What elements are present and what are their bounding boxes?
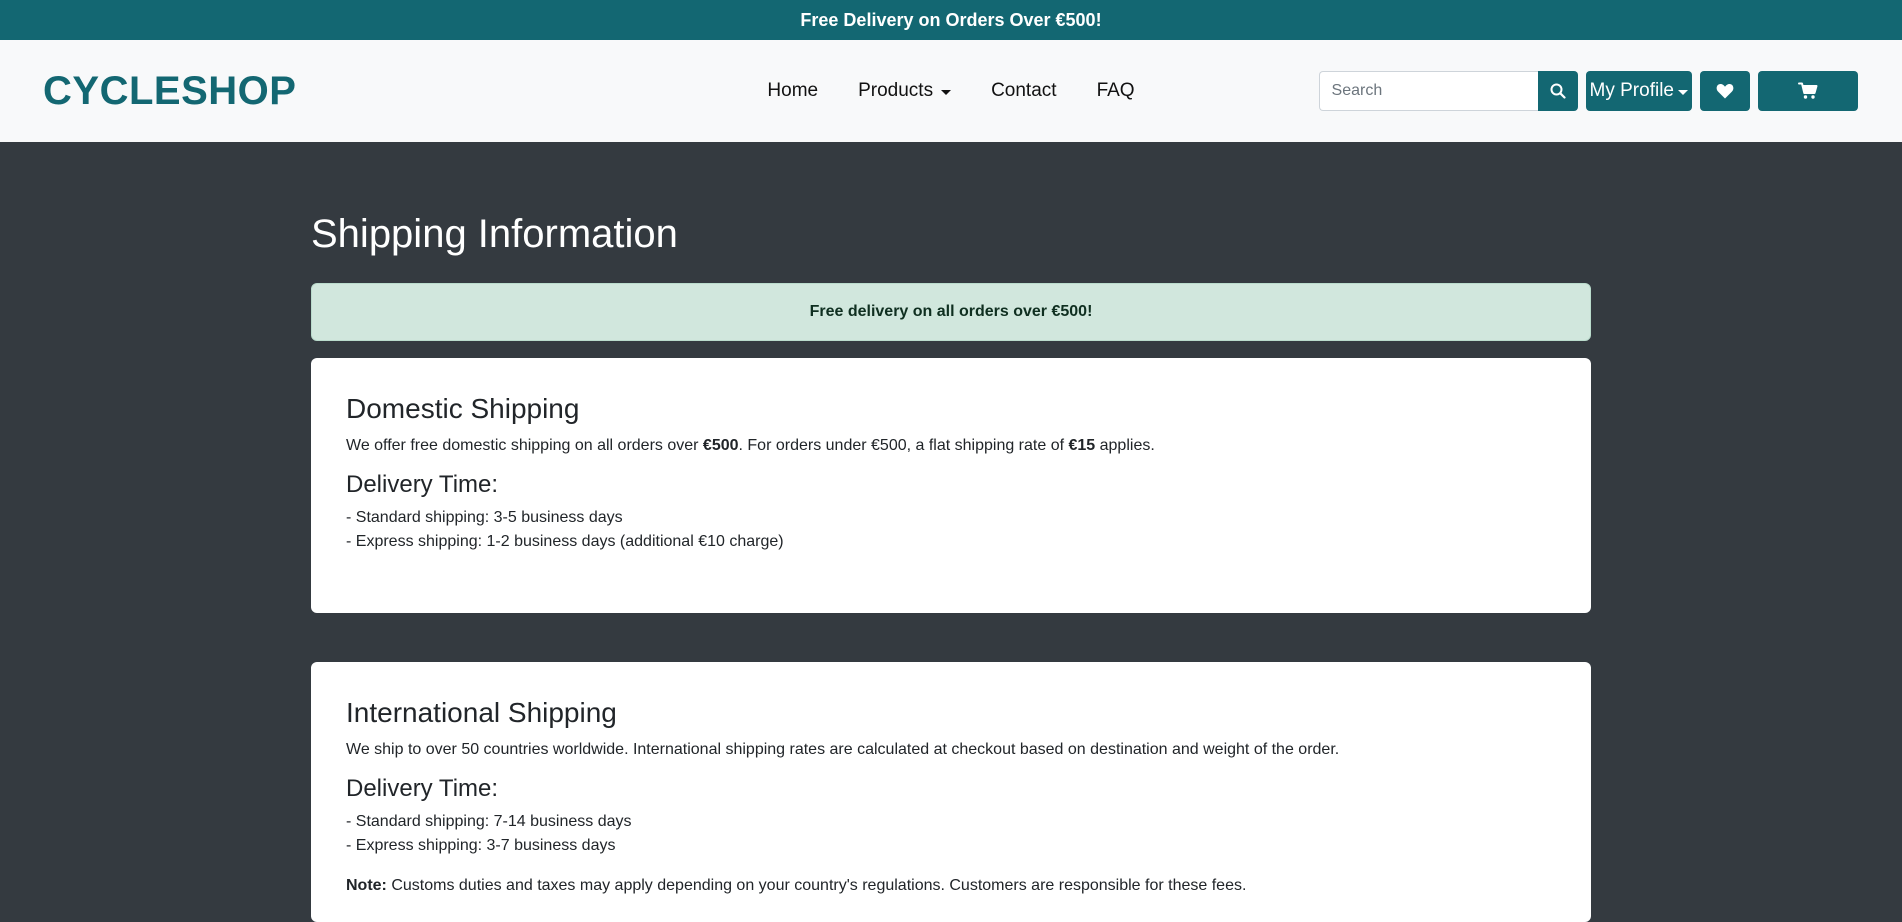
cart-icon bbox=[1798, 82, 1818, 99]
search-button[interactable] bbox=[1537, 71, 1578, 111]
favorites-button[interactable] bbox=[1700, 71, 1750, 111]
domestic-shipping-card: Domestic Shipping We offer free domestic… bbox=[311, 358, 1591, 613]
note-text: Customs duties and taxes may apply depen… bbox=[386, 877, 1247, 894]
free-threshold-value: €500 bbox=[702, 437, 739, 454]
nav-link-faq[interactable]: FAQ bbox=[1077, 80, 1155, 102]
promo-banner-text: Free Delivery on Orders Over €500! bbox=[800, 9, 1102, 30]
flat-rate-value: €15 bbox=[1068, 437, 1096, 454]
domestic-delivery-item: - Express shipping: 1-2 business days (a… bbox=[346, 533, 784, 550]
domestic-text-part: We offer free domestic shipping on all o… bbox=[346, 437, 703, 454]
domestic-text-part: . For orders under €500, a flat shipping… bbox=[738, 437, 1069, 454]
international-delivery-item: - Standard shipping: 7-14 business days bbox=[346, 813, 632, 830]
international-shipping-heading: International Shipping bbox=[346, 697, 617, 728]
nav-link-contact[interactable]: Contact bbox=[971, 80, 1076, 102]
brand-logo[interactable]: CYCLESHOP bbox=[43, 40, 296, 142]
international-shipping-card: International Shipping We ship to over 5… bbox=[311, 662, 1591, 922]
navbar: CYCLESHOP Home Products Contact FAQ My P… bbox=[0, 40, 1902, 142]
nav-link-products[interactable]: Products bbox=[838, 80, 971, 102]
search-input[interactable] bbox=[1318, 71, 1538, 111]
promo-banner: Free Delivery on Orders Over €500! bbox=[0, 0, 1902, 40]
note-label: Note: bbox=[346, 877, 387, 894]
main-content: Shipping Information Free delivery on al… bbox=[311, 142, 1591, 922]
domestic-delivery-item: - Standard shipping: 3-5 business days bbox=[346, 509, 623, 526]
search-icon bbox=[1550, 83, 1566, 99]
nav-link-home[interactable]: Home bbox=[747, 80, 838, 102]
free-delivery-alert-text: Free delivery on all orders over €500! bbox=[809, 303, 1093, 320]
domestic-shipping-text: We offer free domestic shipping on all o… bbox=[346, 434, 1556, 458]
international-delivery-item: - Express shipping: 3-7 business days bbox=[346, 837, 616, 854]
profile-button-label: My Profile bbox=[1589, 80, 1674, 101]
domestic-text-part: applies. bbox=[1095, 437, 1155, 454]
page-title: Shipping Information bbox=[311, 212, 678, 256]
cart-button[interactable] bbox=[1758, 71, 1858, 111]
profile-dropdown-button[interactable]: My Profile bbox=[1585, 71, 1692, 111]
international-shipping-text: We ship to over 50 countries worldwide. … bbox=[346, 741, 1340, 758]
heart-icon bbox=[1716, 84, 1734, 99]
nav-actions: My Profile bbox=[1318, 71, 1858, 111]
nav-link-products-label: Products bbox=[858, 80, 934, 101]
chevron-down-icon bbox=[1678, 89, 1688, 95]
domestic-shipping-heading: Domestic Shipping bbox=[346, 393, 580, 424]
free-delivery-alert: Free delivery on all orders over €500! bbox=[311, 283, 1591, 341]
chevron-down-icon bbox=[941, 89, 952, 95]
domestic-delivery-heading: Delivery Time: bbox=[346, 471, 499, 498]
customs-note: Note: Customs duties and taxes may apply… bbox=[346, 874, 1556, 898]
international-delivery-heading: Delivery Time: bbox=[346, 775, 499, 802]
